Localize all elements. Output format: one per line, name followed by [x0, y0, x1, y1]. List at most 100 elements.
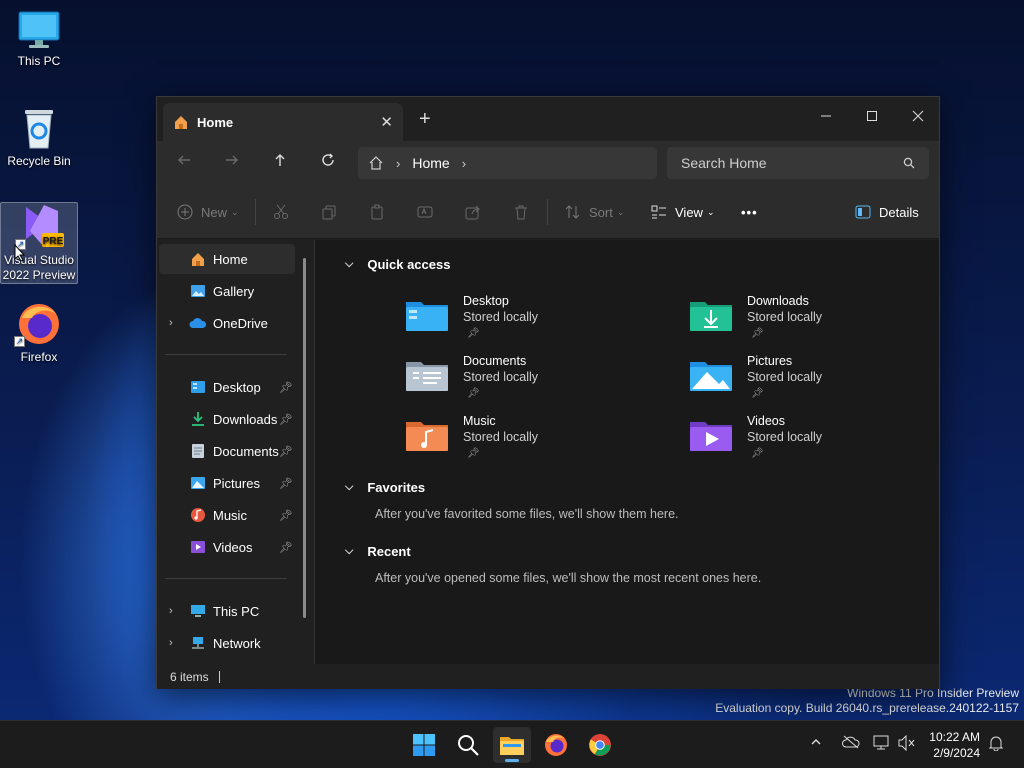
- new-tab-button[interactable]: +: [419, 109, 431, 129]
- quick-access-item-videos[interactable]: Videos Stored locally 📌︎: [689, 414, 929, 470]
- chevron-right-icon[interactable]: ›: [169, 317, 183, 329]
- section-title: Quick access: [367, 257, 451, 272]
- show-hidden-icons-button[interactable]: [810, 735, 822, 751]
- quick-access-header[interactable]: ⌵ Quick access: [345, 257, 450, 272]
- taskbar-search-button[interactable]: [449, 727, 487, 763]
- maximize-icon: [867, 111, 877, 121]
- sidebar-item-downloads[interactable]: Downloads 📌︎: [159, 404, 295, 434]
- chevron-right-icon[interactable]: ›: [462, 156, 466, 171]
- sidebar-item-gallery[interactable]: Gallery: [159, 276, 295, 306]
- chevron-right-icon[interactable]: ›: [169, 637, 183, 649]
- sidebar-item-music[interactable]: Music 📌︎: [159, 500, 295, 530]
- forward-button[interactable]: [217, 148, 247, 178]
- quick-access-item-desktop[interactable]: Desktop Stored locally 📌︎: [405, 294, 645, 350]
- chevron-down-icon: ⌄: [616, 206, 625, 217]
- start-button[interactable]: [405, 727, 443, 763]
- sidebar-item-pictures[interactable]: Pictures 📌︎: [159, 468, 295, 498]
- chevron-down-icon[interactable]: ⌵: [345, 545, 353, 558]
- quick-access-item-music[interactable]: Music Stored locally 📌︎: [405, 414, 645, 470]
- details-pane-button[interactable]: Details: [855, 199, 919, 225]
- chevron-down-icon[interactable]: ⌵: [345, 481, 353, 494]
- more-options-button[interactable]: •••: [741, 199, 758, 225]
- chrome-icon: [589, 734, 611, 756]
- home-outline-icon: [369, 156, 383, 170]
- delete-button[interactable]: [513, 199, 529, 225]
- quick-access-item-pictures[interactable]: Pictures Stored locally 📌︎: [689, 354, 929, 410]
- pin-icon[interactable]: 📌︎: [279, 445, 293, 458]
- taskbar-file-explorer[interactable]: [493, 727, 531, 763]
- plus-circle-icon: [177, 204, 193, 220]
- firefox-icon: [545, 734, 567, 756]
- desktop-icon-this-pc[interactable]: This PC: [0, 10, 78, 69]
- arrow-left-icon: [178, 155, 190, 165]
- home-icon: [189, 251, 207, 267]
- new-button[interactable]: New ⌄: [177, 199, 239, 225]
- address-segment-home[interactable]: Home: [412, 155, 449, 171]
- tab-home[interactable]: Home ✕: [163, 103, 403, 141]
- sidebar-item-documents[interactable]: Documents 📌︎: [159, 436, 295, 466]
- chevron-right-icon[interactable]: ›: [169, 605, 183, 617]
- recent-header[interactable]: ⌵ Recent: [345, 544, 411, 559]
- file-explorer-window[interactable]: Home ✕ + › Home › Search Home New ⌄ Sort…: [156, 96, 940, 689]
- sidebar-item-label: This PC: [213, 603, 260, 619]
- quick-access-item-documents[interactable]: Documents Stored locally 📌︎: [405, 354, 645, 410]
- system-clock[interactable]: 10:22 AM 2/9/2024: [920, 729, 980, 761]
- close-window-button[interactable]: [895, 103, 941, 133]
- address-bar[interactable]: › Home ›: [358, 147, 657, 179]
- rename-button[interactable]: [417, 199, 433, 225]
- volume-tray-button[interactable]: [898, 734, 916, 754]
- pin-icon[interactable]: 📌︎: [279, 541, 293, 554]
- taskbar-chrome[interactable]: [581, 727, 619, 763]
- sort-button[interactable]: Sort ⌄: [565, 199, 624, 225]
- taskbar-firefox[interactable]: [537, 727, 575, 763]
- search-box[interactable]: Search Home: [667, 147, 929, 179]
- pin-icon[interactable]: 📌︎: [279, 477, 293, 490]
- sidebar-item-network[interactable]: › Network: [159, 628, 295, 658]
- refresh-button[interactable]: [313, 148, 343, 178]
- downloads-folder-icon: [690, 302, 732, 331]
- share-button[interactable]: [465, 199, 481, 225]
- pin-icon[interactable]: 📌︎: [279, 413, 293, 426]
- view-button[interactable]: View ⌄: [651, 199, 715, 225]
- desktop-icon-visual-studio[interactable]: PRE ↗ Visual Studio 2022 Preview: [0, 202, 78, 284]
- back-button[interactable]: [169, 148, 199, 178]
- sidebar-item-onedrive[interactable]: › OneDrive: [159, 308, 295, 338]
- up-button[interactable]: [265, 148, 295, 178]
- sidebar-item-videos[interactable]: Videos 📌︎: [159, 532, 295, 562]
- pin-icon: 📌︎: [467, 328, 480, 339]
- minimize-button[interactable]: [803, 103, 849, 133]
- quick-access-item-downloads[interactable]: Downloads Stored locally 📌︎: [689, 294, 929, 350]
- desktop-folder-icon: [406, 302, 448, 331]
- cut-button[interactable]: [273, 199, 289, 225]
- sidebar-item-this-pc[interactable]: › This PC: [159, 596, 295, 626]
- pin-icon[interactable]: 📌︎: [279, 381, 293, 394]
- onedrive-tray-button[interactable]: [842, 735, 860, 752]
- sidebar-divider: [165, 578, 287, 579]
- notifications-button[interactable]: [988, 735, 1004, 754]
- desktop-icon-recycle-bin[interactable]: Recycle Bin: [0, 106, 78, 169]
- sidebar-item-home[interactable]: Home: [159, 244, 295, 274]
- refresh-icon: [322, 153, 334, 166]
- maximize-button[interactable]: [849, 103, 895, 133]
- chevron-down-icon[interactable]: ⌵: [345, 258, 353, 271]
- network-tray-button[interactable]: [873, 735, 891, 754]
- view-button-label: View: [675, 204, 703, 220]
- pin-icon[interactable]: 📌︎: [279, 509, 293, 522]
- chevron-down-icon: ⌄: [231, 206, 239, 217]
- favorites-header[interactable]: ⌵ Favorites: [345, 480, 425, 495]
- search-input[interactable]: Search Home: [681, 155, 767, 171]
- paste-button[interactable]: [369, 199, 385, 225]
- close-tab-icon[interactable]: ✕: [380, 113, 393, 131]
- sidebar-item-desktop[interactable]: Desktop 📌︎: [159, 372, 295, 402]
- navigation-scrollbar[interactable]: [303, 258, 306, 618]
- desktop-icon-firefox[interactable]: ↗ Firefox: [0, 302, 78, 365]
- copy-button[interactable]: [321, 199, 337, 225]
- sort-icon: [565, 205, 580, 219]
- view-list-icon: [651, 205, 666, 219]
- folder-name: Desktop: [463, 294, 509, 308]
- folder-status: Stored locally: [463, 370, 539, 384]
- title-bar[interactable]: Home ✕ +: [157, 97, 939, 141]
- folder-name: Documents: [463, 354, 527, 368]
- recent-empty-text: After you've opened some files, we'll sh…: [375, 571, 762, 585]
- home-icon: [175, 116, 187, 129]
